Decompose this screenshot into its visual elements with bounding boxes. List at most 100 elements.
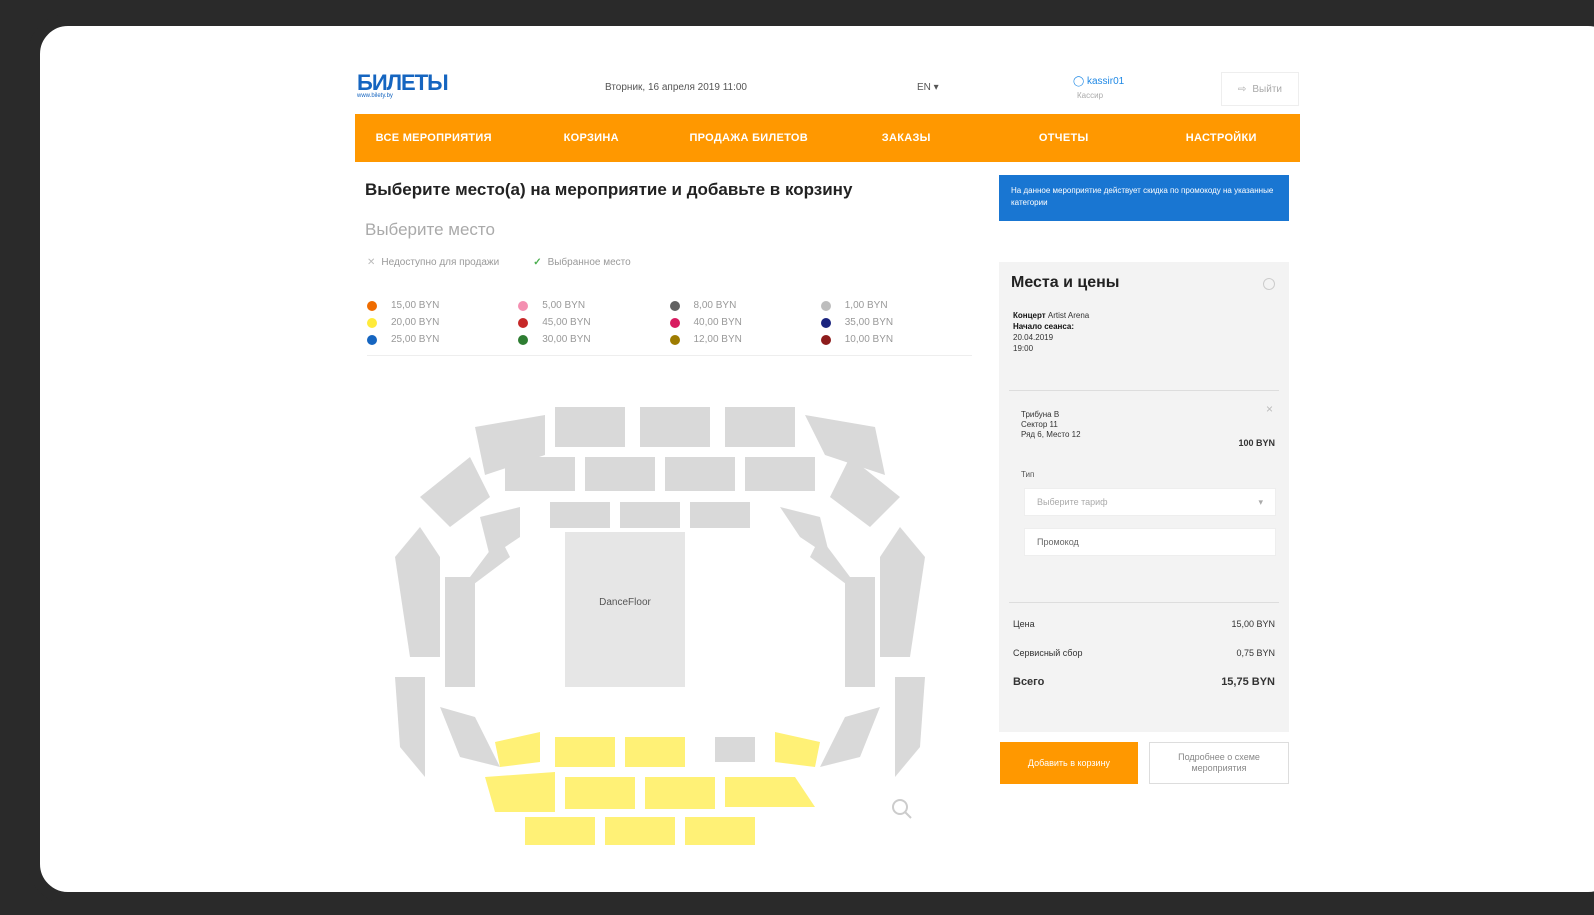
color-dot	[820, 317, 831, 328]
sector[interactable]	[605, 817, 675, 845]
logo[interactable]: БИЛЕТЫ www.bilety.by	[357, 70, 449, 99]
color-dot	[820, 334, 831, 345]
color-dot	[367, 317, 377, 328]
sector[interactable]	[525, 817, 595, 845]
nav-ticket-sales[interactable]: Продажа билетов	[670, 114, 828, 162]
info-banner: На данное мероприятие действует скидка п…	[999, 175, 1289, 221]
legend-unavailable: ✕ Недоступно для продажи	[367, 257, 500, 268]
sector[interactable]	[805, 415, 885, 475]
color-dot	[518, 317, 529, 328]
check-icon: ✓	[533, 257, 542, 268]
dance-floor[interactable]	[565, 532, 685, 687]
sector[interactable]	[685, 817, 755, 845]
sector[interactable]	[820, 707, 880, 767]
price-item: 35,00 BYN	[820, 317, 972, 328]
add-to-cart-button[interactable]: Добавить в корзину	[1000, 742, 1138, 784]
sector[interactable]	[620, 502, 680, 528]
nav-all-events[interactable]: Все мероприятия	[355, 114, 513, 162]
user-role: Кассир	[1077, 91, 1104, 100]
sector[interactable]	[555, 737, 615, 767]
sector[interactable]	[440, 707, 500, 767]
sector[interactable]	[485, 772, 555, 812]
seat-status-legend: ✕ Недоступно для продажи ✓ Выбранное место	[367, 257, 631, 268]
zoom-icon[interactable]	[892, 799, 912, 819]
sector[interactable]	[565, 777, 635, 809]
price-item: 1,00 BYN	[820, 300, 972, 311]
sector[interactable]	[845, 577, 875, 687]
page: БИЛЕТЫ www.bilety.by Вторник, 16 апреля 2…	[355, 66, 1300, 862]
current-date: Вторник, 16 апреля 2019 11:00	[605, 82, 747, 93]
price-item: 45,00 BYN	[518, 317, 669, 328]
page-subtitle: Выберите место	[365, 220, 495, 239]
sector[interactable]	[775, 732, 820, 767]
tariff-select[interactable]: Выберите тариф ▾	[1024, 488, 1276, 516]
main-content: Выберите место(а) на мероприятие и добав…	[355, 162, 1300, 862]
sector[interactable]	[880, 527, 925, 657]
sector[interactable]	[555, 407, 625, 447]
main-nav: Все мероприятия Корзина Продажа билетов …	[355, 114, 1300, 162]
sector[interactable]	[625, 737, 685, 767]
sector[interactable]	[715, 737, 755, 762]
chevron-down-icon: ▾	[1258, 496, 1263, 507]
language-selector[interactable]: EN ▾	[917, 82, 939, 93]
price-row: Цена 15,00 BYN	[1013, 619, 1275, 629]
sector[interactable]	[690, 502, 750, 528]
sector[interactable]	[665, 457, 735, 491]
sector[interactable]	[495, 732, 540, 767]
fee-row: Сервисный сбор 0,75 BYN	[1013, 648, 1275, 658]
price-item: 15,00 BYN	[367, 300, 518, 311]
price-item: 40,00 BYN	[669, 317, 821, 328]
sector[interactable]	[725, 777, 815, 807]
color-dot	[820, 300, 831, 311]
sector[interactable]	[585, 457, 655, 491]
nav-orders[interactable]: Заказы	[828, 114, 986, 162]
sector[interactable]	[505, 457, 575, 491]
logo-text: БИЛЕТЫ	[357, 70, 449, 95]
type-label: Тип	[1021, 470, 1035, 479]
sector[interactable]	[745, 457, 815, 491]
price-legend: 15,00 BYN 5,00 BYN 8,00 BYN 1,00 BYN 20,…	[367, 300, 972, 356]
price-item: 20,00 BYN	[367, 317, 518, 328]
sector[interactable]	[420, 457, 490, 527]
color-dot	[518, 300, 529, 311]
user-menu[interactable]: ◯ kassir01 Кассир	[1073, 76, 1124, 100]
price-item: 5,00 BYN	[518, 300, 669, 311]
sector[interactable]	[550, 502, 610, 528]
color-dot	[669, 300, 680, 311]
price-item: 12,00 BYN	[669, 334, 821, 345]
sector[interactable]	[895, 677, 925, 777]
event-meta: Концерт Artist Arena Начало сеанса: 20.0…	[1013, 311, 1090, 353]
price-item: 25,00 BYN	[367, 334, 518, 345]
sector[interactable]	[445, 577, 475, 687]
nav-reports[interactable]: Отчеты	[985, 114, 1143, 162]
divider	[1009, 602, 1279, 603]
nav-cart[interactable]: Корзина	[513, 114, 671, 162]
promo-input[interactable]: Промокод	[1024, 528, 1276, 556]
top-bar: БИЛЕТЫ www.bilety.by Вторник, 16 апреля 2…	[355, 66, 1300, 114]
panel-title: Места и цены	[1011, 274, 1120, 291]
sector[interactable]	[645, 777, 715, 809]
price-item: 8,00 BYN	[669, 300, 821, 311]
seats-panel: Места и цены Концерт Artist Arena Начало…	[999, 262, 1289, 732]
total-row: Всего 15,75 BYN	[1013, 676, 1275, 688]
logout-button[interactable]: ⇨ Выйти	[1221, 72, 1299, 106]
close-icon[interactable]: ×	[1266, 402, 1273, 416]
logout-label: Выйти	[1252, 83, 1282, 95]
sector[interactable]	[395, 527, 440, 657]
ticket-price: 100 BYN	[1238, 438, 1275, 448]
arena-seat-map[interactable]: DanceFloor	[380, 387, 940, 847]
sector[interactable]	[725, 407, 795, 447]
info-icon[interactable]	[1263, 278, 1275, 290]
user-name: kassir01	[1086, 76, 1125, 87]
sector[interactable]	[640, 407, 710, 447]
sector[interactable]	[395, 677, 425, 777]
nav-settings[interactable]: Настройки	[1143, 114, 1301, 162]
price-item: 30,00 BYN	[518, 334, 669, 345]
device-frame: БИЛЕТЫ www.bilety.by Вторник, 16 апреля 2…	[28, 14, 1594, 904]
logout-icon: ⇨	[1238, 83, 1247, 95]
dance-floor-label: DanceFloor	[599, 597, 651, 608]
legend-selected: ✓ Выбранное место	[533, 257, 631, 268]
color-dot	[367, 300, 377, 311]
scheme-details-button[interactable]: Подробнее о схеме мероприятия	[1149, 742, 1289, 784]
page-title: Выберите место(а) на мероприятие и добав…	[365, 180, 853, 199]
